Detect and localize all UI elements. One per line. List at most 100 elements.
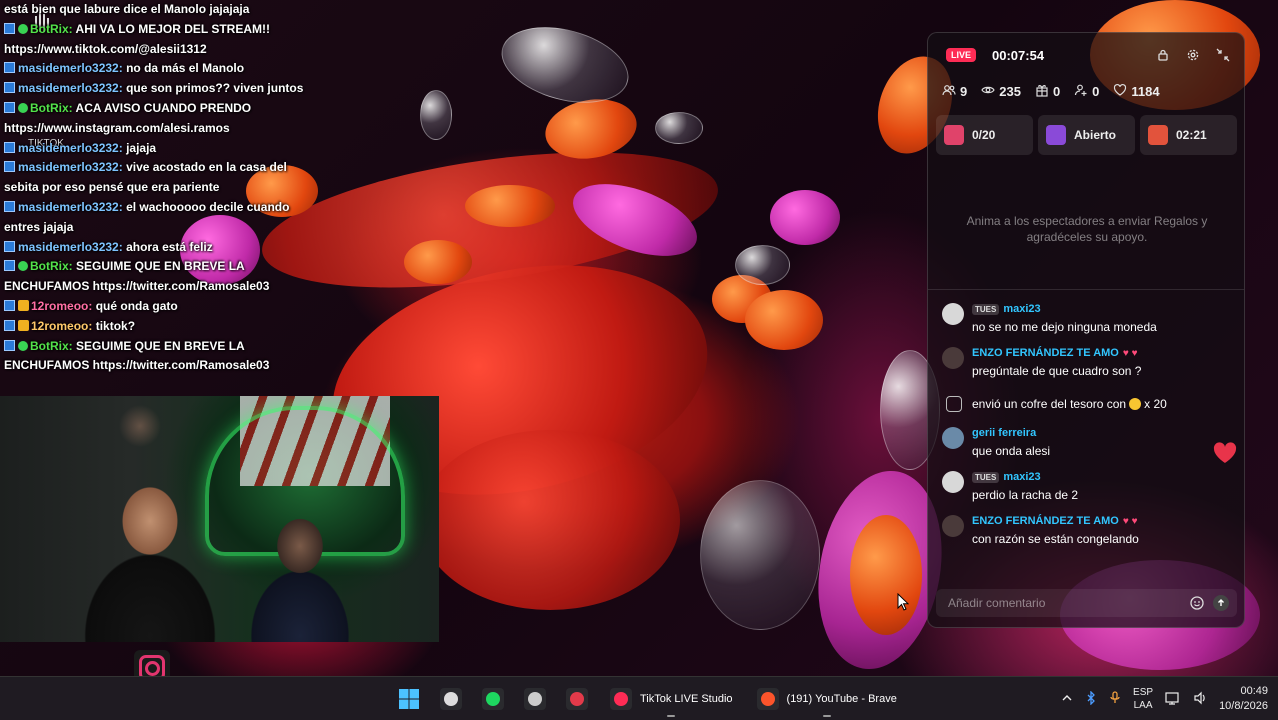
viewers-stat: 9: [942, 83, 967, 100]
wallpaper-shape: [465, 185, 555, 227]
comment-header: TUES maxi23: [972, 301, 1238, 317]
avatar[interactable]: [942, 427, 964, 449]
gift-hint-text: Anima a los espectadores a enviar Regalo…: [966, 214, 1208, 244]
goal-label: Abierto: [1074, 128, 1116, 142]
language-code: ESP: [1133, 687, 1154, 698]
panel-header: LIVE 00:07:54: [928, 33, 1244, 77]
avatar[interactable]: [942, 515, 964, 537]
comment-username[interactable]: ENZO FERNÁNDEZ TE AMO: [972, 347, 1119, 359]
floating-heart-icon: [1213, 442, 1237, 463]
bluetooth-icon[interactable]: [1085, 689, 1097, 708]
comment-item[interactable]: ENZO FERNÁNDEZ TE AMO ♥ ♥ con razón se est…: [942, 513, 1238, 549]
avatar[interactable]: [942, 347, 964, 369]
live-badge: LIVE: [946, 48, 977, 62]
subscriber-badge-icon: [4, 62, 15, 74]
goal-card[interactable]: Abierto: [1038, 115, 1135, 155]
comment-username[interactable]: ENZO FERNÁNDEZ TE AMO: [972, 515, 1119, 527]
comment-text: con razón se están congelando: [972, 532, 1139, 546]
comment-username[interactable]: maxi23: [1003, 471, 1040, 483]
views-count: 235: [999, 84, 1021, 99]
avatar[interactable]: [942, 471, 964, 493]
likes-stat: 1184: [1113, 83, 1160, 100]
comment-username[interactable]: gerii ferreira: [972, 427, 1036, 439]
gifts-stat: 0: [1035, 83, 1060, 100]
likes-count: 1184: [1131, 84, 1160, 99]
chat-username: 12romeoo:: [31, 298, 93, 313]
bot-badge-icon: [18, 102, 28, 113]
chat-username: 12romeoo:: [31, 318, 93, 333]
comment-item[interactable]: gerii ferreira que onda alesi: [942, 425, 1238, 461]
active-indicator: [822, 715, 831, 717]
chat-username: BotRix:: [30, 259, 73, 274]
wallpaper-shape: [420, 90, 452, 140]
bot-badge-icon: [18, 23, 28, 34]
gifts-count: 0: [1052, 84, 1061, 99]
wallpaper-shape: [745, 290, 823, 350]
lock-icon[interactable]: [1156, 48, 1170, 62]
mouse-cursor-icon: [897, 593, 909, 611]
stream-chat-overlay: está bien que labure dice el Manolo jaja…: [4, 0, 304, 376]
goal-card[interactable]: 0/20: [936, 115, 1033, 155]
overlay-chat-message: 12romeoo: tiktok?: [4, 317, 304, 337]
chat-text: ahora está feliz: [122, 239, 213, 254]
bot-badge-icon: [18, 261, 28, 272]
taskbar-apps: TikTok LIVE Studio (191) YouTube - Brave: [392, 677, 905, 720]
clock-icon: [440, 688, 462, 710]
comment-placeholder: Añadir comentario: [948, 596, 1046, 610]
chat-text: no da más el Manolo: [122, 61, 245, 76]
person: [245, 506, 365, 642]
subscriber-badge-icon: [4, 200, 15, 212]
overlay-chat-message: masidemerlo3232: que son primos?? viven …: [4, 79, 304, 99]
emoji-icon[interactable]: [1189, 595, 1205, 614]
comment-header: TUES maxi23: [972, 469, 1238, 485]
bot-badge-icon: [18, 319, 29, 331]
comment-item[interactable]: TUES maxi23 no se no me dejo ninguna moned…: [942, 301, 1238, 337]
volume-icon[interactable]: [1193, 691, 1207, 708]
send-icon[interactable]: [1213, 595, 1229, 611]
tiktok-live-panel: LIVE 00:07:54 9 235 0 0 1184 0/20 Abiert…: [927, 32, 1245, 628]
heart-icon: [1113, 83, 1127, 100]
tiktok-live-studio-app[interactable]: TikTok LIVE Studio: [602, 681, 741, 717]
microphone-icon[interactable]: [1109, 690, 1121, 708]
clock[interactable]: 00:49 10/8/2026: [1219, 684, 1268, 714]
comment-username[interactable]: maxi23: [1003, 303, 1040, 315]
bot-badge-icon: [18, 340, 28, 351]
live-timer: 00:07:54: [992, 47, 1045, 63]
eye-icon: [981, 83, 995, 100]
taskbar: TikTok LIVE Studio (191) YouTube - Brave …: [0, 676, 1278, 720]
obs-icon: [524, 688, 546, 710]
treasure-chest-icon: [946, 396, 962, 412]
chevron-up-icon[interactable]: [1061, 692, 1073, 707]
chat-username: masidemerlo3232:: [18, 199, 123, 214]
goal-card[interactable]: 02:21: [1140, 115, 1237, 155]
network-icon[interactable]: [1165, 691, 1181, 708]
start-button[interactable]: [392, 681, 426, 717]
comment-item[interactable]: ENZO FERNÁNDEZ TE AMO ♥ ♥ pregúntale de qu…: [942, 345, 1238, 381]
spotify-app[interactable]: [476, 681, 510, 717]
windows-icon: [398, 688, 420, 710]
chat-text: está bien que labure dice el Manolo jaja…: [4, 2, 250, 16]
shrink-icon[interactable]: [1216, 48, 1230, 62]
wallpaper-shape: [404, 240, 472, 284]
obs-app[interactable]: [518, 681, 552, 717]
avatar[interactable]: [942, 303, 964, 325]
comment-input[interactable]: Añadir comentario: [936, 589, 1237, 617]
gift-icon: [1035, 83, 1049, 100]
wallpaper-shape: [850, 515, 922, 635]
subscriber-badge-icon: [4, 319, 15, 331]
chat-username: masidemerlo3232:: [18, 61, 123, 76]
clock-app[interactable]: [434, 681, 468, 717]
comment-text: pregúntale de que cuadro son ?: [972, 364, 1142, 378]
chat-username: BotRix:: [30, 100, 73, 115]
brave-browser-app[interactable]: (191) YouTube - Brave: [749, 681, 905, 717]
gear-icon[interactable]: [1186, 48, 1200, 62]
streamer-app[interactable]: [560, 681, 594, 717]
chat-username: BotRix:: [30, 21, 73, 36]
language-indicator[interactable]: ESP LAA: [1133, 686, 1153, 712]
clock-time: 00:49: [1240, 685, 1268, 697]
streamer-icon: [566, 688, 588, 710]
poll-icon: [1046, 125, 1066, 145]
comment-item[interactable]: TUES maxi23 perdio la racha de 2: [942, 469, 1238, 505]
subscriber-badge-icon: [4, 339, 15, 351]
treasure-icon: [1148, 125, 1168, 145]
